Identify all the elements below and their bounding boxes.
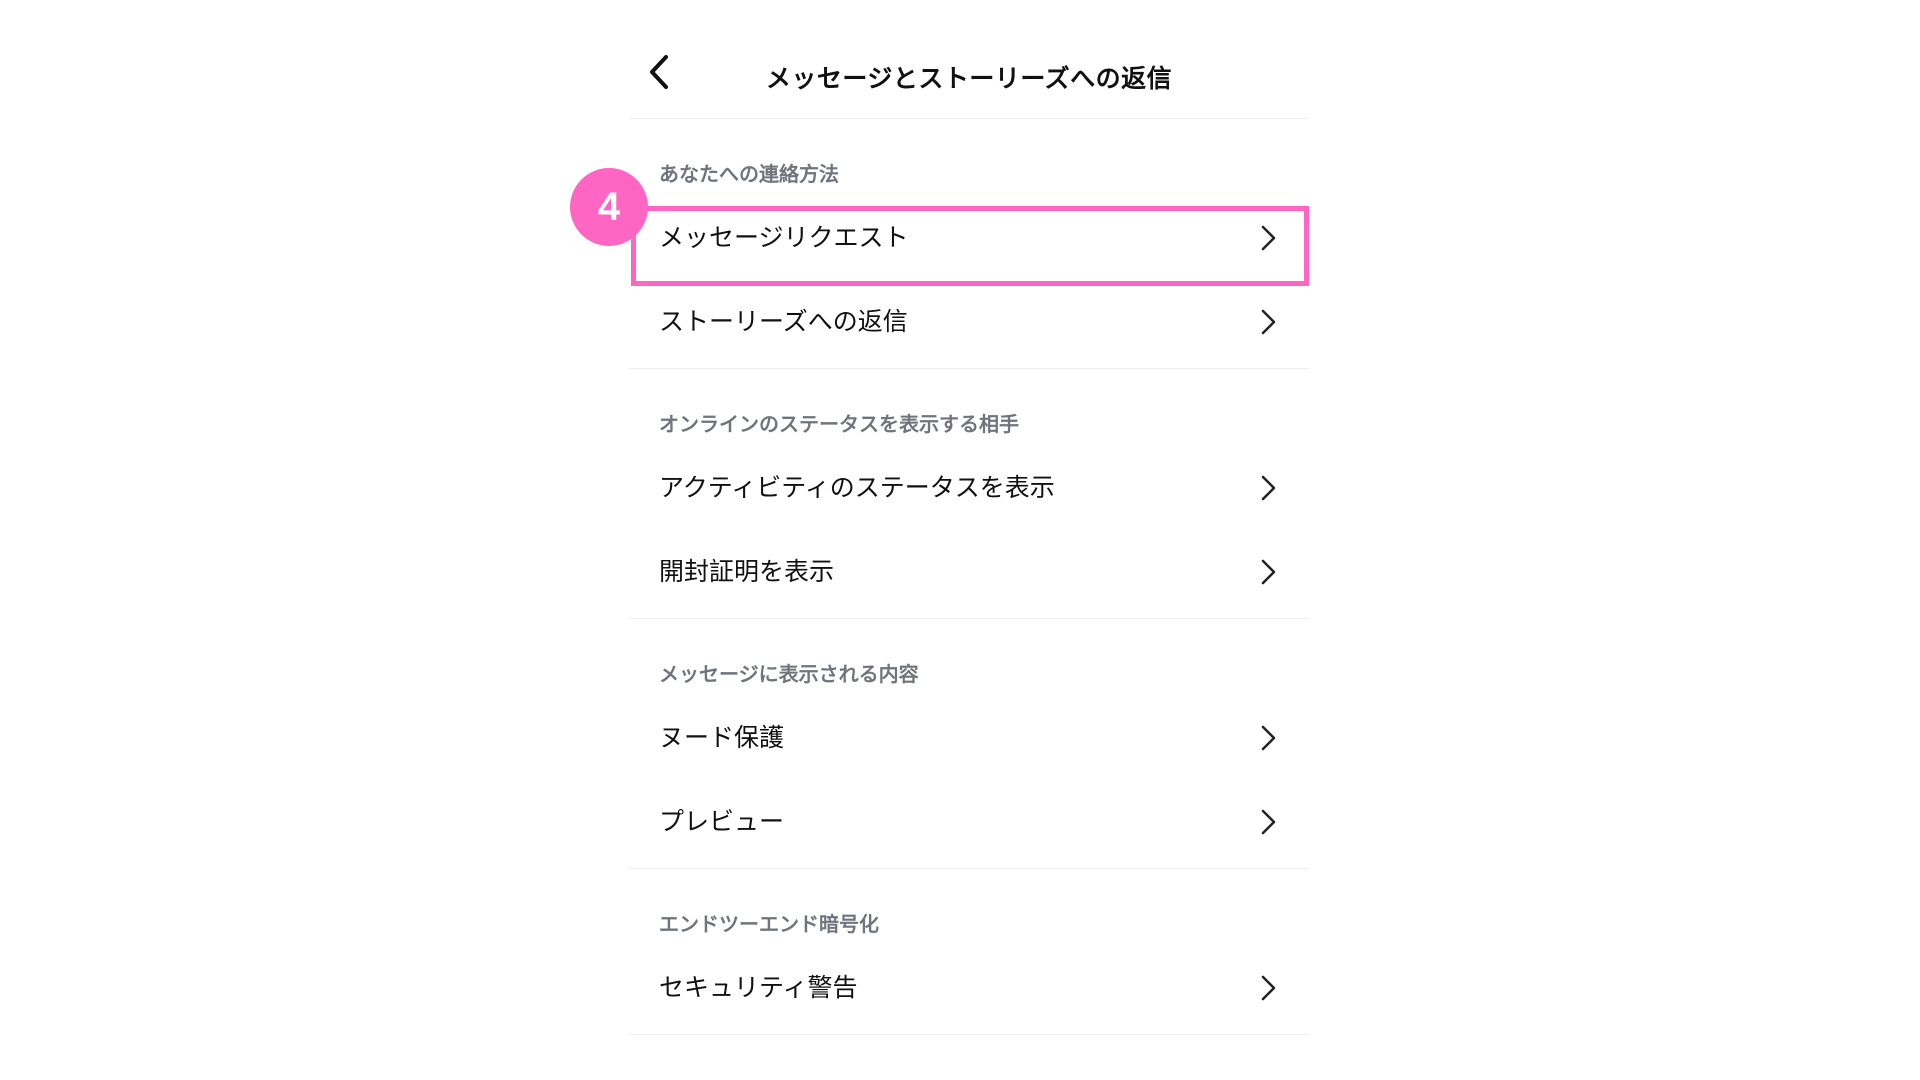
settings-row-story-replies[interactable]: ストーリーズへの返信	[629, 280, 1309, 364]
section-online-status: オンラインのステータスを表示する相手 アクティビティのステータスを表示 開封証明…	[629, 368, 1309, 619]
row-label: 開封証明を表示	[659, 557, 835, 586]
section-heading: オンラインのステータスを表示する相手	[659, 412, 1019, 436]
section-message-content: メッセージに表示される内容 ヌード保護 プレビュー	[629, 618, 1309, 869]
section-heading: エンドツーエンド暗号化	[659, 912, 879, 936]
row-label: ヌード保護	[659, 723, 785, 752]
chevron-right-icon	[1259, 973, 1279, 1003]
section-contact-method: あなたへの連絡方法 メッセージリクエスト ストーリーズへの返信	[629, 118, 1309, 369]
settings-row-nudity-protection[interactable]: ヌード保護	[629, 696, 1309, 780]
settings-panel: メッセージとストーリーズへの返信 あなたへの連絡方法 メッセージリクエスト スト…	[629, 0, 1309, 1080]
settings-row-security-alerts[interactable]: セキュリティ警告	[629, 946, 1309, 1030]
row-label: セキュリティ警告	[659, 973, 858, 1002]
page-title: メッセージとストーリーズへの返信	[765, 64, 1173, 93]
chevron-right-icon	[1259, 307, 1279, 337]
section-heading: メッセージに表示される内容	[659, 662, 919, 686]
settings-row-activity-status[interactable]: アクティビティのステータスを表示	[629, 446, 1309, 530]
settings-row-preview[interactable]: プレビュー	[629, 780, 1309, 864]
settings-row-message-requests[interactable]: メッセージリクエスト	[629, 196, 1309, 280]
section-e2e-encryption: エンドツーエンド暗号化 セキュリティ警告	[629, 868, 1309, 1035]
section-heading: あなたへの連絡方法	[659, 162, 839, 186]
chevron-right-icon	[1259, 473, 1279, 503]
chevron-right-icon	[1259, 723, 1279, 753]
page-header: メッセージとストーリーズへの返信	[629, 40, 1309, 119]
row-label: プレビュー	[659, 807, 785, 836]
row-label: アクティビティのステータスを表示	[659, 473, 1055, 502]
chevron-right-icon	[1259, 807, 1279, 837]
chevron-right-icon	[1259, 223, 1279, 253]
row-label: メッセージリクエスト	[659, 223, 909, 252]
chevron-right-icon	[1259, 557, 1279, 587]
step-number-badge: 4	[570, 168, 648, 246]
row-label: ストーリーズへの返信	[659, 307, 908, 336]
settings-row-read-receipts[interactable]: 開封証明を表示	[629, 530, 1309, 614]
